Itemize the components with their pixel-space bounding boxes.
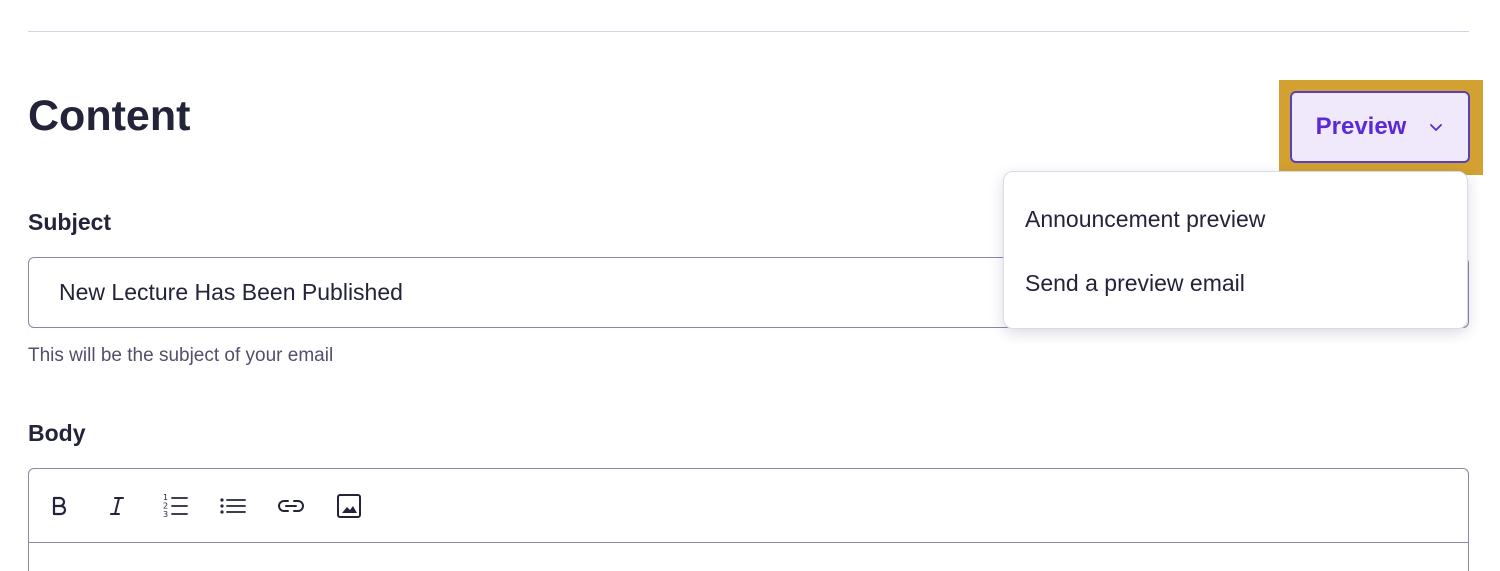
- menu-item-send-preview-email[interactable]: Send a preview email: [1004, 256, 1467, 320]
- italic-icon: [110, 496, 124, 515]
- bold-button[interactable]: [43, 490, 75, 522]
- preview-dropdown-menu: Announcement preview Send a preview emai…: [1003, 171, 1468, 329]
- body-editor[interactable]: 1 2 3: [28, 468, 1469, 571]
- subject-label: Subject: [28, 209, 112, 235]
- link-button[interactable]: [275, 490, 307, 522]
- numbered-list-icon: 1 2 3: [163, 493, 188, 519]
- subject-help-text: This will be the subject of your email: [28, 345, 334, 366]
- section-title: Content: [28, 92, 191, 140]
- editor-toolbar: 1 2 3: [29, 469, 1468, 543]
- bold-icon: [52, 496, 67, 515]
- menu-item-announcement-preview[interactable]: Announcement preview: [1004, 192, 1467, 256]
- chevron-down-icon: [1430, 124, 1443, 131]
- body-label: Body: [28, 420, 86, 446]
- announcement-editor-page: Content Preview Subject This will be the…: [0, 0, 1500, 571]
- bullet-list-icon: [220, 497, 246, 514]
- italic-button[interactable]: [101, 490, 133, 522]
- preview-button[interactable]: Preview: [1290, 91, 1470, 163]
- section-divider: [28, 31, 1469, 32]
- svg-text:3: 3: [163, 510, 168, 519]
- preview-button-label: Preview: [1315, 113, 1407, 140]
- image-icon: [337, 493, 361, 518]
- image-button[interactable]: [333, 490, 365, 522]
- numbered-list-button[interactable]: 1 2 3: [159, 490, 191, 522]
- link-icon: [278, 499, 304, 512]
- bullet-list-button[interactable]: [217, 490, 249, 522]
